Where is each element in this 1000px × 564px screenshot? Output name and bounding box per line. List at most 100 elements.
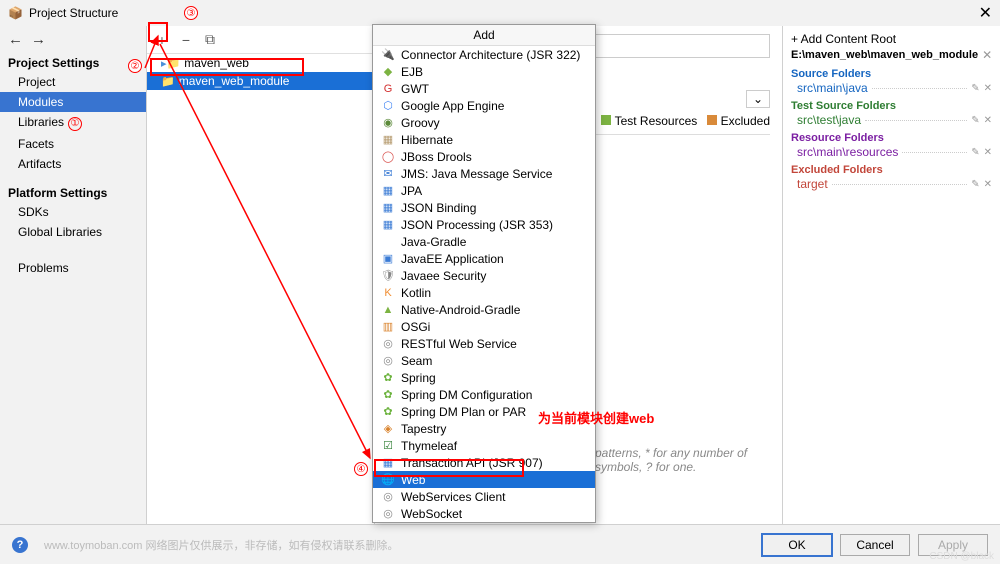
facet-label: WebServices Client	[401, 490, 505, 504]
add-item[interactable]: GGWT	[373, 80, 595, 97]
sidebar-item-problems[interactable]: Problems	[0, 258, 146, 278]
tab-excluded[interactable]: Excluded	[707, 114, 770, 128]
add-item[interactable]: 🌐Web	[373, 471, 595, 488]
sidebar-item-artifacts[interactable]: Artifacts	[0, 154, 146, 174]
folder-item[interactable]: src\test\java✎✕	[791, 112, 992, 128]
add-item[interactable]: ◯JBoss Drools	[373, 148, 595, 165]
add-item[interactable]: ◎ Seam	[373, 352, 595, 369]
facet-icon: ◆	[381, 65, 395, 78]
sidebar-item-project[interactable]: Project	[0, 72, 146, 92]
facet-icon: 🌐	[381, 473, 395, 486]
add-item[interactable]: ▥OSGi	[373, 318, 595, 335]
close-icon[interactable]: ✕	[982, 48, 992, 62]
facet-label: WebSocket	[401, 507, 462, 521]
facet-icon: ▦	[381, 201, 395, 214]
close-icon[interactable]: ✕	[984, 179, 992, 190]
sidebar-item-facets[interactable]: Facets	[0, 134, 146, 154]
folder-group-label: Excluded Folders	[791, 164, 992, 176]
ok-button[interactable]: OK	[762, 534, 832, 556]
tab-test-resources[interactable]: Test Resources	[601, 114, 697, 128]
copy-module-button[interactable]: ⧉	[201, 31, 219, 48]
edit-icon[interactable]: ✎	[971, 83, 979, 94]
add-item[interactable]: KKotlin	[373, 284, 595, 301]
project-settings-header: Project Settings	[0, 52, 146, 72]
popup-title: Add	[373, 25, 595, 46]
add-item[interactable]: ▣JavaEE Application	[373, 250, 595, 267]
facet-label: Connector Architecture (JSR 322)	[401, 48, 580, 62]
edit-icon[interactable]: ✎	[971, 147, 979, 158]
sidebar-item-sdks[interactable]: SDKs	[0, 202, 146, 222]
add-item[interactable]: ☑ Thymeleaf	[373, 437, 595, 454]
facet-icon: ▦	[381, 218, 395, 231]
app-icon: 📦	[8, 6, 23, 20]
nav-forward[interactable]: →	[31, 31, 46, 48]
pattern-note: patterns, * for any number ofsymbols, ? …	[595, 446, 747, 474]
window-title: Project Structure	[29, 6, 118, 20]
facet-icon: ◯	[381, 150, 395, 163]
add-item[interactable]: ✿ Spring DM Configuration	[373, 386, 595, 403]
dropdown-toggle[interactable]: ⌄	[746, 90, 770, 108]
facet-icon: ◎	[381, 337, 395, 350]
facet-label: Native-Android-Gradle	[401, 303, 520, 317]
help-icon[interactable]: ?	[12, 537, 28, 553]
facet-label: Javaee Security	[401, 269, 486, 283]
facet-icon: ▦	[381, 456, 395, 469]
cancel-button[interactable]: Cancel	[840, 534, 910, 556]
add-item[interactable]: ✉JMS: Java Message Service	[373, 165, 595, 182]
facet-label: Thymeleaf	[401, 439, 457, 453]
add-item[interactable]: ◆EJB	[373, 63, 595, 80]
folder-group-label: Resource Folders	[791, 132, 992, 144]
content-root-panel: + Add Content Root E:\maven_web\maven_we…	[782, 26, 1000, 524]
add-item[interactable]: ✿Spring	[373, 369, 595, 386]
module-item[interactable]: ▸📁maven_web	[147, 54, 374, 72]
close-icon[interactable]: ✕	[979, 3, 992, 23]
facet-label: Seam	[401, 354, 432, 368]
watermark-text: www.toymoban.com 网络图片仅供展示，非存储，如有侵权请联系删除。	[44, 537, 398, 553]
add-item[interactable]: ◎WebSocket	[373, 505, 595, 522]
add-content-root[interactable]: + Add Content Root	[791, 32, 992, 48]
facet-label: Groovy	[401, 116, 440, 130]
test-resources-icon	[601, 115, 611, 125]
excluded-icon	[707, 115, 717, 125]
add-item[interactable]: ▦Transaction API (JSR 907)	[373, 454, 595, 471]
add-module-button[interactable]: +	[153, 32, 171, 48]
add-item[interactable]: ◎WebServices Client	[373, 488, 595, 505]
folder-item[interactable]: target✎✕	[791, 176, 992, 192]
add-item[interactable]: 🛡Javaee Security	[373, 267, 595, 284]
module-item[interactable]: 📁maven_web_module	[147, 72, 374, 90]
add-item[interactable]: ⬡Google App Engine	[373, 97, 595, 114]
facet-label: Spring DM Configuration	[401, 388, 532, 402]
facet-icon: ✿	[381, 388, 395, 401]
sidebar-item-global-libraries[interactable]: Global Libraries	[0, 222, 146, 242]
add-item[interactable]: ▦JPA	[373, 182, 595, 199]
sidebar-item-modules[interactable]: Modules	[0, 92, 146, 112]
folder-icon: 📁	[161, 75, 175, 88]
add-item[interactable]: ▦Hibernate	[373, 131, 595, 148]
facet-icon: ☑	[381, 439, 395, 452]
facet-icon: ◎	[381, 354, 395, 367]
module-tree-panel: + − ⧉ ▸📁maven_web 📁maven_web_module	[147, 26, 375, 524]
facet-icon: 🔌	[381, 48, 395, 61]
remove-module-button[interactable]: −	[177, 32, 195, 48]
facet-label: RESTful Web Service	[401, 337, 517, 351]
folder-item[interactable]: src\main\java✎✕	[791, 80, 992, 96]
facet-label: Java-Gradle	[401, 235, 466, 249]
add-item[interactable]: 🔌 Connector Architecture (JSR 322)	[373, 46, 595, 63]
folder-group-label: Source Folders	[791, 68, 992, 80]
nav-back[interactable]: ←	[8, 31, 23, 48]
close-icon[interactable]: ✕	[984, 115, 992, 126]
edit-icon[interactable]: ✎	[971, 115, 979, 126]
add-item[interactable]: ▲Native-Android-Gradle	[373, 301, 595, 318]
close-icon[interactable]: ✕	[984, 147, 992, 158]
add-item[interactable]: Java-Gradle	[373, 233, 595, 250]
add-item[interactable]: ◎ RESTful Web Service	[373, 335, 595, 352]
add-item[interactable]: ▦JSON Processing (JSR 353)	[373, 216, 595, 233]
add-item[interactable]: ◉ Groovy	[373, 114, 595, 131]
sidebar-item-libraries[interactable]: Libraries①	[0, 112, 146, 134]
edit-icon[interactable]: ✎	[971, 179, 979, 190]
close-icon[interactable]: ✕	[984, 83, 992, 94]
folder-item[interactable]: src\main\resources✎✕	[791, 144, 992, 160]
facet-icon: ◉	[381, 116, 395, 129]
facet-icon: ✿	[381, 405, 395, 418]
add-item[interactable]: ▦JSON Binding	[373, 199, 595, 216]
